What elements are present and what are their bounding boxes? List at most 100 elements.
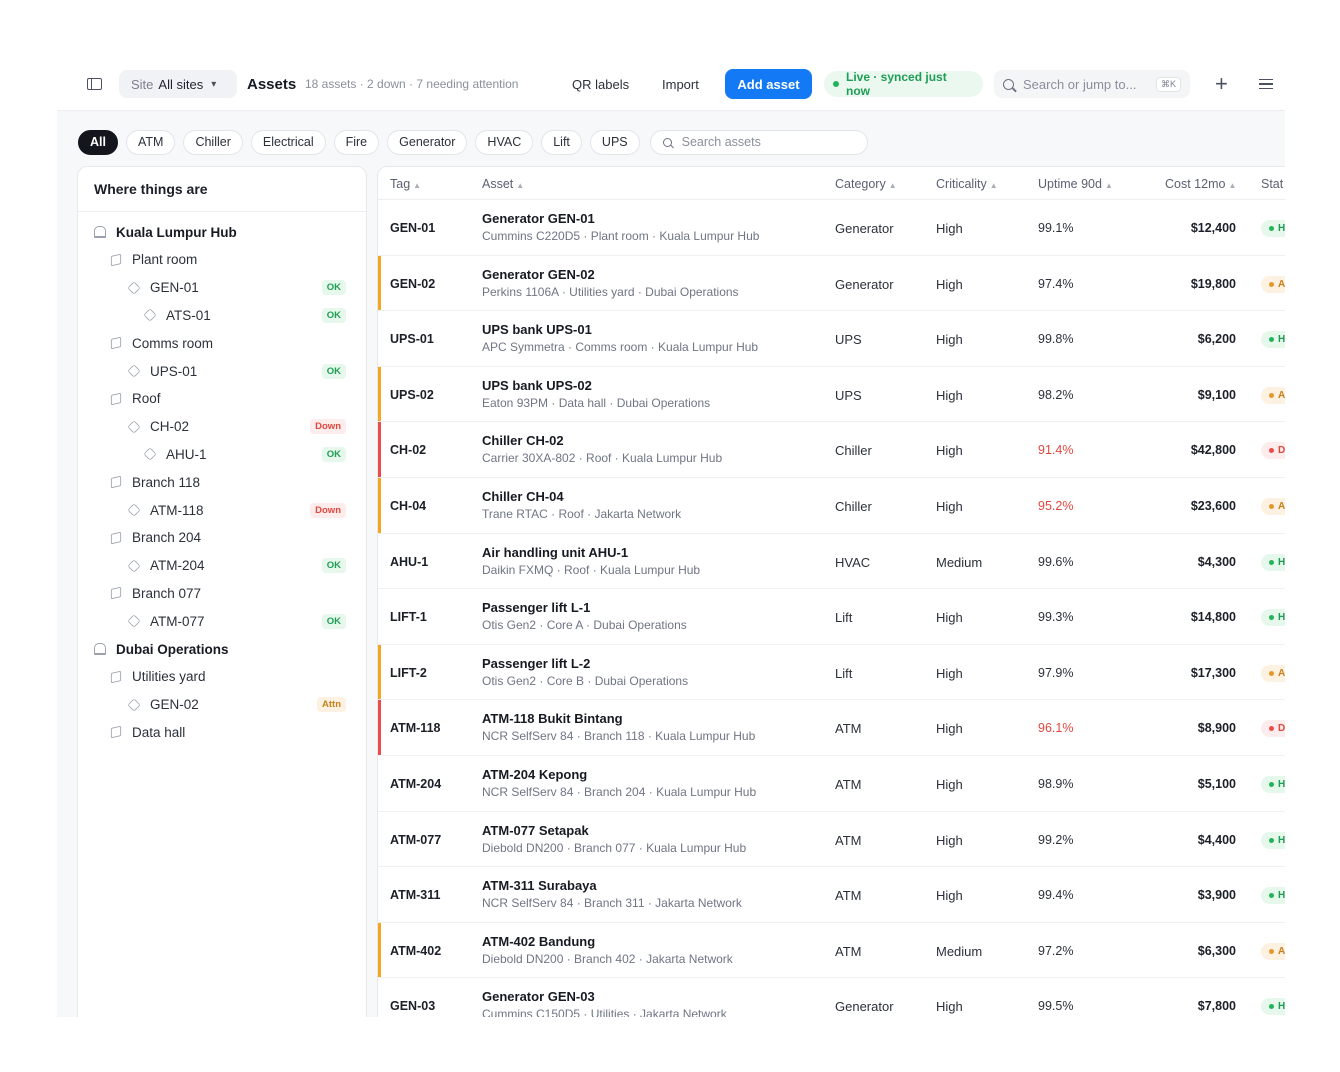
asset-criticality: High [936, 499, 963, 514]
import-button[interactable]: Import [662, 70, 699, 98]
page-summary: 18 assets · 2 down · 7 needing attention [305, 77, 519, 91]
table-row[interactable]: GEN-02 Generator GEN-02 Perkins 1106A · Ut… [378, 255, 1285, 312]
tree-node[interactable]: ATM-118 Down [78, 499, 366, 521]
asset-tag: ATM-118 [390, 721, 441, 736]
column-header[interactable]: Tag ▲ [390, 177, 421, 191]
hamburger-menu-icon[interactable] [1258, 70, 1274, 98]
status-text: D [1278, 445, 1285, 457]
tree-node[interactable]: GEN-02 Attn [78, 694, 366, 716]
status-dot-icon [1269, 670, 1274, 676]
asset-detail: APC Symmetra · Comms room · Kuala Lumpur… [482, 340, 759, 355]
filter-chip-electrical[interactable]: Electrical [250, 129, 326, 155]
filter-chip-hvac[interactable]: HVAC [475, 129, 534, 155]
tree-node[interactable]: Branch 077 [78, 582, 366, 604]
filter-chip-ups[interactable]: UPS [589, 129, 640, 155]
status-accent-bar [378, 366, 381, 422]
tree-node-label: GEN-02 [150, 697, 199, 713]
table-row[interactable]: LIFT-1 Passenger lift L-1 Otis Gen2 · Core… [378, 589, 1285, 645]
tree-node[interactable]: ATM-204 OK [78, 555, 366, 577]
asset-uptime: 99.2% [1038, 832, 1074, 847]
tree-node[interactable]: Kuala Lumpur Hub [78, 221, 366, 243]
cube-icon [127, 364, 141, 378]
tree-node-label: Comms room [132, 335, 214, 351]
status-badge: Down [310, 502, 346, 518]
sort-icon: ▲ [1104, 181, 1113, 190]
tree-node[interactable]: Dubai Operations [78, 638, 366, 660]
status-badge: H [1261, 331, 1285, 349]
status-badge: A [1261, 275, 1285, 293]
tree-node[interactable]: AHU-1 OK [78, 443, 366, 465]
tree-node[interactable]: Data hall [78, 721, 366, 743]
add-asset-button[interactable]: Add asset [725, 69, 812, 99]
tree-node[interactable]: GEN-01 OK [78, 277, 366, 299]
filter-chip-lift[interactable]: Lift [541, 129, 582, 155]
table-row[interactable]: GEN-01 Generator GEN-01 Cummins C220D5 · P… [378, 200, 1285, 256]
column-header[interactable]: Uptime 90d ▲ [1038, 177, 1113, 191]
filter-chip-chiller[interactable]: Chiller [183, 129, 243, 155]
asset-cost: $23,600 [1190, 499, 1236, 513]
table-row[interactable]: CH-04 Chiller CH-04 Trane RTAC · Roof · Ja… [378, 478, 1285, 534]
tree-node[interactable]: Roof [78, 388, 366, 410]
asset-criticality: High [936, 832, 963, 848]
sort-icon: ▲ [1228, 181, 1237, 190]
top-bar: Site All sites ▾ Assets 18 assets · 2 do… [57, 57, 1285, 111]
tree-node[interactable]: UPS-01 OK [78, 360, 366, 382]
table-row[interactable]: ATM-077 ATM-077 Setapak Diebold DN200 · Br… [378, 812, 1285, 868]
column-header[interactable]: Criticality ▲ [936, 177, 998, 191]
tree-node-label: Plant room [132, 252, 198, 268]
table-row[interactable]: CH-02 Chiller CH-02 Carrier 30XA-802 · Roo… [378, 422, 1285, 478]
table-row[interactable]: ATM-402 ATM-402 Bandung Diebold DN200 · Br… [378, 922, 1285, 979]
table-row[interactable]: ATM-204 ATM-204 Kepong NCR SelfServ 84 · B… [378, 756, 1285, 812]
global-search-input[interactable]: Search or jump to... ⌘K [994, 70, 1190, 98]
table-row[interactable]: AHU-1 Air handling unit AHU-1 Daikin FXMQ … [378, 534, 1285, 590]
column-header[interactable]: Cost 12mo ▲ [1165, 177, 1236, 191]
status-dot-icon [1269, 281, 1274, 287]
column-header[interactable]: Stat [1261, 177, 1283, 191]
tree-node[interactable]: ATM-077 OK [78, 610, 366, 632]
filter-chip-fire[interactable]: Fire [333, 129, 380, 155]
tree-node[interactable]: Branch 118 [78, 471, 366, 493]
asset-category: Generator [835, 276, 894, 292]
tree-node[interactable]: Branch 204 [78, 527, 366, 549]
site-selector[interactable]: Site All sites ▾ [119, 70, 237, 98]
tree-node[interactable]: Utilities yard [78, 666, 366, 688]
cube-icon [127, 280, 141, 295]
table-row[interactable]: LIFT-2 Passenger lift L-2 Otis Gen2 · Core… [378, 644, 1285, 701]
sort-icon: ▲ [413, 181, 422, 190]
asset-detail: Trane RTAC · Roof · Jakarta Network [482, 507, 682, 521]
status-dot-icon [1269, 448, 1274, 454]
sidebar-toggle-icon[interactable] [83, 70, 105, 98]
asset-detail: Diebold DN200 · Branch 402 · Jakarta Net… [482, 951, 733, 966]
tree-node[interactable]: ATS-01 OK [78, 304, 366, 326]
filter-chip-atm[interactable]: ATM [125, 129, 176, 155]
asset-detail: Otis Gen2 · Core B · Dubai Operations [482, 673, 689, 688]
tree-node[interactable]: Plant room [78, 249, 366, 271]
cube-icon [127, 614, 141, 628]
tree-node-label: Roof [132, 391, 161, 407]
status-badge: OK [321, 558, 346, 574]
plus-icon[interactable]: + [1215, 70, 1228, 98]
asset-search-input[interactable]: Search assets [649, 129, 868, 155]
asset-category: ATM [835, 832, 862, 848]
asset-search-placeholder: Search assets [681, 135, 761, 149]
tree-node[interactable]: Comms room [78, 332, 366, 354]
table-row[interactable]: ATM-118 ATM-118 Bukit Bintang NCR SelfServ… [378, 700, 1285, 756]
column-header[interactable]: Category ▲ [835, 177, 897, 191]
column-header[interactable]: Asset ▲ [482, 177, 524, 191]
status-badge: A [1261, 498, 1285, 515]
room-icon [110, 587, 122, 600]
asset-tag: LIFT-1 [390, 610, 427, 625]
room-icon [110, 253, 122, 266]
filter-chip-generator[interactable]: Generator [387, 129, 468, 155]
qr-labels-button[interactable]: QR labels [572, 70, 629, 98]
asset-criticality: High [936, 999, 963, 1015]
table-row[interactable]: UPS-02 UPS bank UPS-02 Eaton 93PM · Data h… [378, 366, 1285, 423]
table-row[interactable]: GEN-03 Generator GEN-03 Cummins C150D5 · U… [378, 978, 1285, 1017]
table-row[interactable]: ATM-311 ATM-311 Surabaya NCR SelfServ 84 ·… [378, 867, 1285, 923]
category-filter-bar: All ATM Chiller Electrical Fire Generator HVAC… [78, 129, 868, 155]
status-text: H [1278, 556, 1285, 568]
filter-chip-all[interactable]: All [78, 129, 118, 155]
table-row[interactable]: UPS-01 UPS bank UPS-01 APC Symmetra · Comm… [378, 311, 1285, 367]
tree-node[interactable]: CH-02 Down [78, 416, 366, 438]
asset-category: Generator [835, 221, 894, 236]
